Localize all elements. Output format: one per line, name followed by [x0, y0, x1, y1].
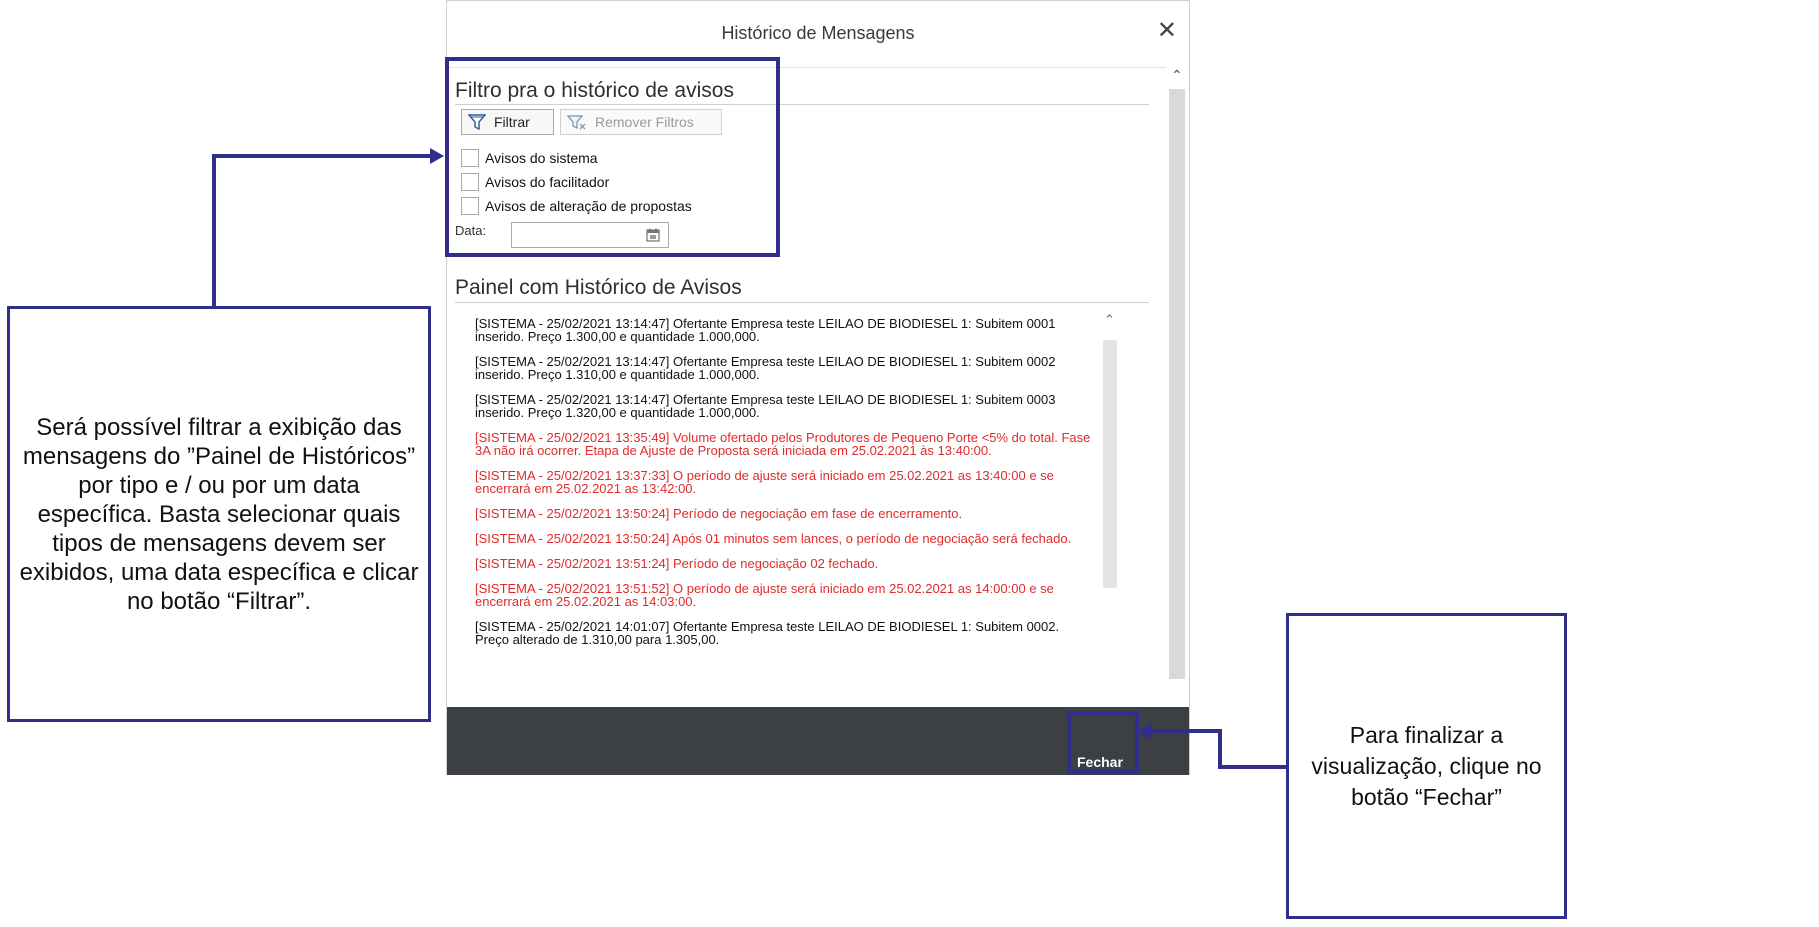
message-item: [SISTEMA - 25/02/2021 13:14:47] Ofertant…: [475, 316, 1056, 344]
arrow-head-icon: [430, 148, 444, 164]
dialog-title: Histórico de Mensagens: [721, 23, 915, 43]
scroll-up-icon[interactable]: ⌃: [1171, 67, 1183, 84]
message-item: [SISTEMA - 25/02/2021 13:51:24] Período …: [475, 556, 879, 571]
filter-highlight-box: [445, 57, 780, 257]
message-item: [SISTEMA - 25/02/2021 13:50:24] Período …: [475, 506, 963, 521]
panel-divider: [455, 302, 1149, 303]
connector-line: [212, 154, 432, 158]
message-list-scrollbar[interactable]: ⌃ ⌄: [1101, 312, 1119, 718]
connector-line: [212, 154, 216, 306]
arrow-head-icon: [1138, 723, 1152, 739]
message-list: [SISTEMA - 25/02/2021 13:14:47] Ofertant…: [475, 317, 1095, 658]
connector-line: [1218, 729, 1222, 769]
close-button-highlight-box: [1067, 711, 1139, 774]
message-item: [SISTEMA - 25/02/2021 14:01:07] Ofertant…: [475, 619, 1060, 647]
message-item: [SISTEMA - 25/02/2021 13:14:47] Ofertant…: [475, 354, 1056, 382]
close-instruction-callout: Para finalizar a visualização, clique no…: [1286, 613, 1567, 919]
filter-instruction-callout: Será possível filtrar a exibição das men…: [7, 306, 431, 722]
close-icon[interactable]: ✕: [1157, 19, 1177, 43]
dialog-scrollbar[interactable]: ⌃: [1166, 67, 1188, 707]
scroll-up-icon[interactable]: ⌃: [1104, 312, 1115, 328]
connector-line: [1148, 729, 1220, 733]
message-item: [SISTEMA - 25/02/2021 13:35:49] Volume o…: [475, 430, 1091, 458]
scrollbar-thumb[interactable]: [1169, 89, 1185, 679]
message-item: [SISTEMA - 25/02/2021 13:37:33] O períod…: [475, 468, 1054, 496]
message-item: [SISTEMA - 25/02/2021 13:14:47] Ofertant…: [475, 392, 1056, 420]
message-item: [SISTEMA - 25/02/2021 13:51:52] O períod…: [475, 581, 1054, 609]
connector-line: [1218, 765, 1286, 769]
scrollbar-thumb[interactable]: [1103, 340, 1117, 588]
message-item: [SISTEMA - 25/02/2021 13:50:24] Após 01 …: [475, 531, 1072, 546]
panel-section-title: Painel com Histórico de Avisos: [455, 276, 742, 299]
